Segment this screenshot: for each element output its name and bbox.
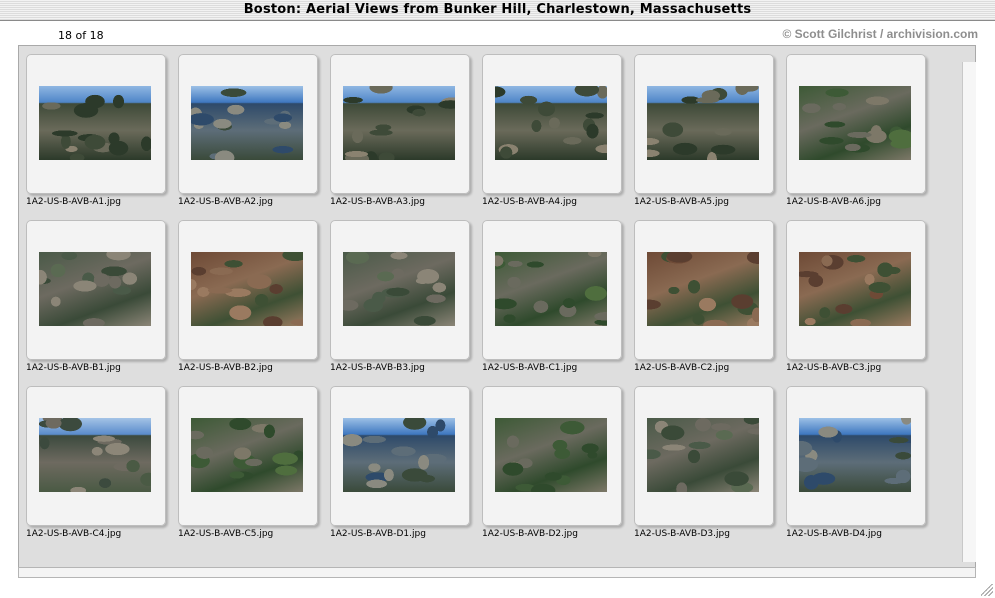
aerial-photo-thumbnail[interactable] (191, 418, 303, 492)
aerial-photo-thumbnail[interactable] (647, 86, 759, 160)
slide-mount[interactable] (26, 54, 166, 194)
vertical-scrollbar[interactable] (962, 62, 976, 562)
slide-mount[interactable] (330, 54, 470, 194)
aerial-photo-thumbnail[interactable] (39, 252, 151, 326)
aerial-photo-thumbnail[interactable] (343, 86, 455, 160)
thumbnail-filename: 1A2-US-B-AVB-C5.jpg (178, 529, 274, 539)
thumbnail-cell[interactable]: 1A2-US-B-AVB-D1.jpg (330, 386, 470, 546)
slide-mount[interactable] (634, 54, 774, 194)
info-bar: 18 of 18 © Scott Gilchrist / archivision… (0, 22, 995, 46)
thumbnail-cell[interactable]: 1A2-US-B-AVB-B2.jpg (178, 220, 318, 380)
aerial-photo-thumbnail[interactable] (799, 252, 911, 326)
horizontal-scroll-track[interactable] (18, 567, 976, 578)
slide-mount[interactable] (482, 220, 622, 360)
thumbnail-cell[interactable]: 1A2-US-B-AVB-D2.jpg (482, 386, 622, 546)
thumbnail-filename: 1A2-US-B-AVB-A1.jpg (26, 197, 121, 207)
aerial-photo-thumbnail[interactable] (343, 418, 455, 492)
slide-mount[interactable] (786, 54, 926, 194)
thumbnail-cell[interactable]: 1A2-US-B-AVB-A2.jpg (178, 54, 318, 214)
thumbnail-filename: 1A2-US-B-AVB-C3.jpg (786, 363, 882, 373)
thumbnail-cell[interactable]: 1A2-US-B-AVB-D3.jpg (634, 386, 774, 546)
thumbnail-filename: 1A2-US-B-AVB-A2.jpg (178, 197, 273, 207)
slide-mount[interactable] (786, 220, 926, 360)
aerial-photo-thumbnail[interactable] (343, 252, 455, 326)
slide-mount[interactable] (178, 54, 318, 194)
thumbnail-filename: 1A2-US-B-AVB-C4.jpg (26, 529, 122, 539)
aerial-photo-thumbnail[interactable] (799, 86, 911, 160)
aerial-photo-thumbnail[interactable] (191, 86, 303, 160)
thumbnail-filename: 1A2-US-B-AVB-D4.jpg (786, 529, 882, 539)
aerial-photo-thumbnail[interactable] (647, 252, 759, 326)
aerial-photo-thumbnail[interactable] (647, 418, 759, 492)
slide-mount[interactable] (330, 386, 470, 526)
thumbnail-cell[interactable]: 1A2-US-B-AVB-A6.jpg (786, 54, 926, 214)
thumbnail-filename: 1A2-US-B-AVB-D1.jpg (330, 529, 426, 539)
thumbnail-filename: 1A2-US-B-AVB-C2.jpg (634, 363, 730, 373)
thumbnail-cell[interactable]: 1A2-US-B-AVB-C5.jpg (178, 386, 318, 546)
thumbnail-cell[interactable]: 1A2-US-B-AVB-B3.jpg (330, 220, 470, 380)
aerial-photo-thumbnail[interactable] (191, 252, 303, 326)
thumbnail-cell[interactable]: 1A2-US-B-AVB-A1.jpg (26, 54, 166, 214)
thumbnail-cell[interactable]: 1A2-US-B-AVB-C4.jpg (26, 386, 166, 546)
thumbnail-cell[interactable]: 1A2-US-B-AVB-C2.jpg (634, 220, 774, 380)
slide-mount[interactable] (634, 386, 774, 526)
thumbnail-filename: 1A2-US-B-AVB-A3.jpg (330, 197, 425, 207)
resize-grip-icon[interactable] (981, 584, 993, 596)
thumbnail-cell[interactable]: 1A2-US-B-AVB-A4.jpg (482, 54, 622, 214)
aerial-photo-thumbnail[interactable] (495, 252, 607, 326)
thumbnail-filename: 1A2-US-B-AVB-B1.jpg (26, 363, 121, 373)
slide-mount[interactable] (786, 386, 926, 526)
slide-mount[interactable] (482, 386, 622, 526)
thumbnail-filename: 1A2-US-B-AVB-D2.jpg (482, 529, 578, 539)
thumbnail-filename: 1A2-US-B-AVB-D3.jpg (634, 529, 730, 539)
thumbnail-cell[interactable]: 1A2-US-B-AVB-D4.jpg (786, 386, 926, 546)
slide-mount[interactable] (178, 220, 318, 360)
slide-mount[interactable] (634, 220, 774, 360)
image-counter: 18 of 18 (58, 29, 104, 42)
thumbnail-filename: 1A2-US-B-AVB-A4.jpg (482, 197, 577, 207)
copyright-notice: © Scott Gilchrist / archivision.com (782, 27, 978, 41)
aerial-photo-thumbnail[interactable] (39, 418, 151, 492)
window-titlebar[interactable]: Boston: Aerial Views from Bunker Hill, C… (0, 0, 995, 21)
window-title: Boston: Aerial Views from Bunker Hill, C… (243, 2, 752, 17)
thumbnail-filename: 1A2-US-B-AVB-B2.jpg (178, 363, 273, 373)
thumbnail-cell[interactable]: 1A2-US-B-AVB-B1.jpg (26, 220, 166, 380)
thumbnail-cell[interactable]: 1A2-US-B-AVB-A3.jpg (330, 54, 470, 214)
aerial-photo-thumbnail[interactable] (39, 86, 151, 160)
aerial-photo-thumbnail[interactable] (495, 86, 607, 160)
thumbnail-cell[interactable]: 1A2-US-B-AVB-C3.jpg (786, 220, 926, 380)
thumbnail-filename: 1A2-US-B-AVB-A5.jpg (634, 197, 729, 207)
thumbnail-filename: 1A2-US-B-AVB-C1.jpg (482, 363, 578, 373)
aerial-photo-thumbnail[interactable] (495, 418, 607, 492)
aerial-photo-thumbnail[interactable] (799, 418, 911, 492)
slide-mount[interactable] (330, 220, 470, 360)
thumbnail-filename: 1A2-US-B-AVB-A6.jpg (786, 197, 881, 207)
thumbnail-filename: 1A2-US-B-AVB-B3.jpg (330, 363, 425, 373)
slide-mount[interactable] (26, 386, 166, 526)
slide-mount[interactable] (26, 220, 166, 360)
slide-mount[interactable] (482, 54, 622, 194)
thumbnail-cell[interactable]: 1A2-US-B-AVB-A5.jpg (634, 54, 774, 214)
thumbnail-cell[interactable]: 1A2-US-B-AVB-C1.jpg (482, 220, 622, 380)
slide-mount[interactable] (178, 386, 318, 526)
thumbnail-panel: 1A2-US-B-AVB-A1.jpg 1A2-US-B-AVB-A2.jpg 1A… (18, 45, 976, 576)
